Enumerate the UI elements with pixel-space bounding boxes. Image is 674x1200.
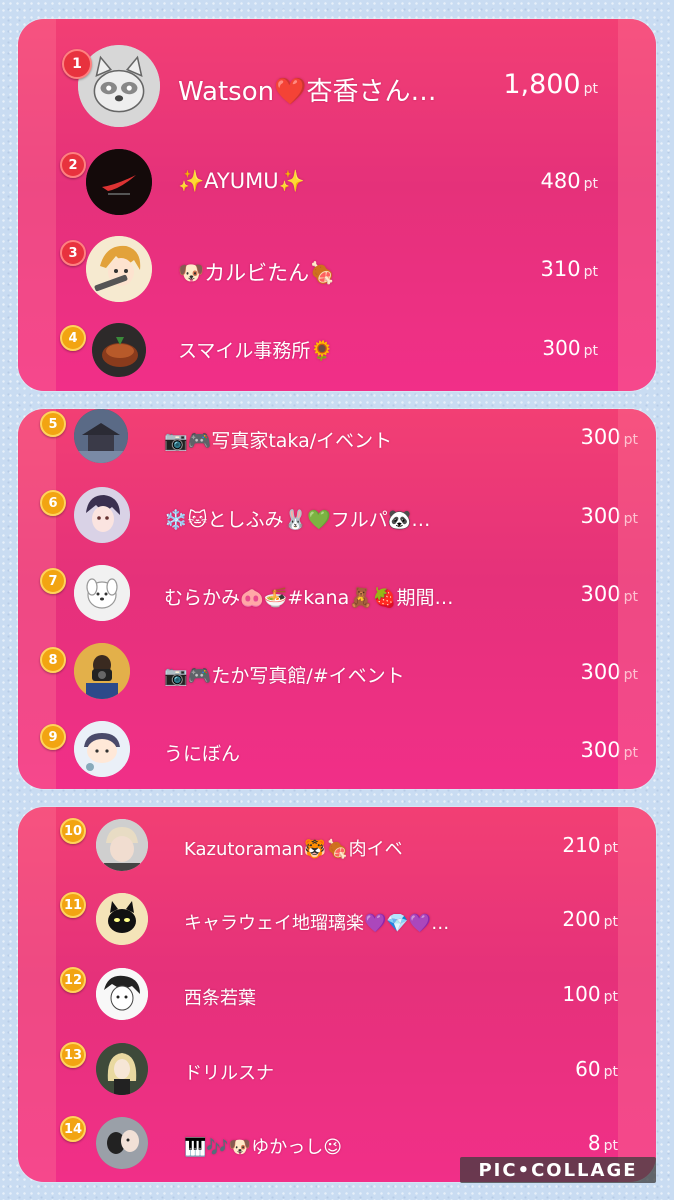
rank-badge-3: 3: [60, 240, 86, 266]
anime-girl-avatar-icon[interactable]: [86, 236, 152, 302]
ranking-row-6[interactable]: 6 ❄️🐱としふみ🐰💚フルパ🐼… 300 pt: [18, 487, 656, 547]
ranking-points-7: 300 pt: [580, 582, 638, 606]
ranking-row-1[interactable]: 1 Watson❤️杏香さん… 1,800 pt: [18, 41, 656, 131]
blonde-girl-avatar-icon[interactable]: [96, 1043, 148, 1095]
ranking-points-3: 310 pt: [540, 257, 598, 281]
ranking-name-9: うにぼん: [164, 743, 241, 765]
black-cat-avatar-icon[interactable]: [96, 893, 148, 945]
ranking-panel-bottom: 10 Kazutoraman🐯🍖肉イベ 210 pt 11 キャラウェイ地瑠璃楽💜…: [18, 807, 656, 1182]
ranking-points-13: 60 pt: [575, 1057, 618, 1081]
ranking-row-9[interactable]: 9 うにぼん 300 pt: [18, 721, 656, 781]
anime-boy-avatar-icon[interactable]: [74, 487, 130, 543]
ranking-points-8: 300 pt: [580, 660, 638, 684]
ranking-row-12[interactable]: 12 西条若葉 100 pt: [18, 964, 656, 1024]
blond-person-avatar-icon[interactable]: [96, 819, 148, 871]
ranking-points-6: 300 pt: [580, 504, 638, 528]
ranking-name-5: 📷🎮写真家taka/イベント: [164, 430, 393, 452]
ranking-name-1: Watson❤️杏香さん…: [178, 77, 437, 107]
ranking-row-8[interactable]: 8 📷🎮たか写真館/#イベント 300 pt: [18, 643, 656, 703]
cartoon-face-avatar-icon[interactable]: [74, 721, 130, 777]
rank-badge-11: 11: [60, 892, 86, 918]
rank-badge-8: 8: [40, 647, 66, 673]
ranking-points-12: 100 pt: [562, 982, 618, 1006]
ranking-name-2: ✨AYUMU✨: [178, 169, 305, 193]
dark-logo-avatar-icon[interactable]: [86, 149, 152, 215]
ranking-name-13: ドリルスナ: [184, 1063, 274, 1084]
rank-badge-14: 14: [60, 1116, 86, 1142]
cake-photo-avatar-icon[interactable]: [92, 323, 146, 377]
ranking-points-5: 300 pt: [580, 425, 638, 449]
ranking-points-9: 300 pt: [580, 738, 638, 762]
photographer-avatar-icon[interactable]: [74, 643, 130, 699]
white-character-avatar-icon[interactable]: [74, 565, 130, 621]
ranking-name-7: むらかみ🐽🍜#kana🧸🍓期間…: [164, 587, 454, 609]
ranking-points-1: 1,800 pt: [503, 69, 598, 100]
ranking-name-12: 西条若葉: [184, 988, 256, 1009]
ranking-points-10: 210 pt: [562, 833, 618, 857]
ranking-row-5[interactable]: 5 📷🎮写真家taka/イベント 300 pt: [18, 409, 656, 469]
ranking-name-10: Kazutoraman🐯🍖肉イベ: [184, 839, 403, 860]
ranking-name-8: 📷🎮たか写真館/#イベント: [164, 665, 405, 687]
rank-badge-10: 10: [60, 818, 86, 844]
ranking-points-14: 8 pt: [587, 1131, 618, 1155]
ranking-name-11: キャラウェイ地瑠璃楽💜💎💜…: [184, 913, 450, 934]
ranking-points-11: 200 pt: [562, 907, 618, 931]
ranking-row-7[interactable]: 7 むらかみ🐽🍜#kana🧸🍓期間… 300 pt: [18, 565, 656, 625]
ranking-row-11[interactable]: 11 キャラウェイ地瑠璃楽💜💎💜… 200 pt: [18, 889, 656, 949]
ranking-row-4[interactable]: 4 スマイル事務所🌻 300 pt: [18, 319, 656, 379]
rank-badge-1: 1: [62, 49, 92, 79]
ranking-row-2[interactable]: 2 ✨AYUMU✨ 480 pt: [18, 147, 656, 217]
rank-badge-13: 13: [60, 1042, 86, 1068]
rank-badge-4: 4: [60, 325, 86, 351]
ranking-panel-top: 1 Watson❤️杏香さん… 1,800 pt 2 ✨AYUMU✨ 480 pt …: [18, 19, 656, 391]
rank-badge-12: 12: [60, 967, 86, 993]
selfie-avatar-icon[interactable]: [96, 1117, 148, 1169]
sketch-boy-avatar-icon[interactable]: [96, 968, 148, 1020]
rank-badge-5: 5: [40, 411, 66, 437]
ranking-points-2: 480 pt: [540, 169, 598, 193]
ranking-row-13[interactable]: 13 ドリルスナ 60 pt: [18, 1039, 656, 1099]
rank-badge-7: 7: [40, 568, 66, 594]
ranking-row-3[interactable]: 3 🐶カルビたん🍖 310 pt: [18, 233, 656, 303]
rank-badge-9: 9: [40, 724, 66, 750]
ranking-points-4: 300 pt: [542, 336, 598, 360]
temple-photo-avatar-icon[interactable]: [74, 409, 128, 463]
pic-collage-watermark: PIC•COLLAGE: [460, 1157, 656, 1183]
ranking-name-3: 🐶カルビたん🍖: [178, 261, 336, 285]
rank-badge-6: 6: [40, 490, 66, 516]
ranking-name-14: 🎹🎶🐶ゆかっし😉: [184, 1137, 343, 1158]
ranking-panel-middle: 5 📷🎮写真家taka/イベント 300 pt 6 ❄️🐱としふみ🐰💚フルパ🐼… …: [18, 409, 656, 789]
ranking-row-10[interactable]: 10 Kazutoraman🐯🍖肉イベ 210 pt: [18, 815, 656, 875]
ranking-name-4: スマイル事務所🌻: [178, 340, 335, 362]
rank-badge-2: 2: [60, 152, 86, 178]
ranking-name-6: ❄️🐱としふみ🐰💚フルパ🐼…: [164, 509, 431, 531]
